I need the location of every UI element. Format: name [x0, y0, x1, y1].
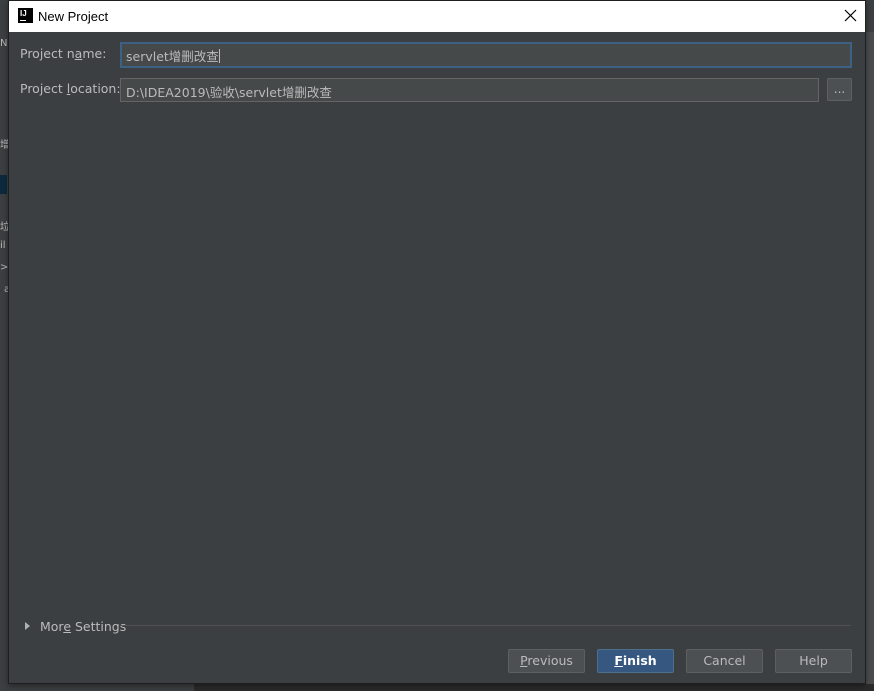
browse-location-button[interactable]: ... — [827, 78, 852, 101]
background-text-fragment: 增 — [0, 140, 8, 151]
dialog-title: New Project — [38, 9, 109, 24]
background-ide-edge: N 增 垃 il > a — [0, 0, 10, 691]
expand-triangle-icon — [25, 622, 30, 630]
more-settings-toggle[interactable]: More Settings — [25, 617, 126, 635]
background-ide-bottom — [194, 684, 874, 691]
more-settings-separator — [120, 625, 851, 626]
close-button[interactable] — [835, 1, 865, 32]
new-project-dialog: IJ New Project Project name: servlet增删改查… — [8, 0, 866, 684]
project-name-label: Project name: — [20, 46, 107, 61]
background-selection — [0, 175, 7, 194]
background-ide-right — [866, 32, 874, 691]
cancel-button[interactable]: Cancel — [686, 649, 763, 673]
background-text-fragment: > — [0, 262, 8, 273]
close-icon — [844, 9, 857, 22]
dialog-titlebar: IJ New Project — [9, 1, 865, 32]
finish-button[interactable]: Finish — [597, 649, 674, 673]
project-location-input[interactable]: D:\IDEA2019\验收\servlet增删改查 — [120, 78, 819, 102]
project-location-label: Project location: — [20, 81, 121, 96]
intellij-idea-icon: IJ — [18, 8, 33, 23]
background-text-fragment: il — [0, 240, 6, 251]
help-button[interactable]: Help — [775, 649, 852, 673]
text-caret — [218, 49, 220, 63]
project-location-value: D:\IDEA2019\验收\servlet增删改查 — [126, 85, 332, 100]
project-name-input[interactable]: servlet增删改查 — [120, 42, 852, 68]
previous-button[interactable]: Previous — [508, 649, 585, 673]
project-name-value: servlet增删改查 — [126, 49, 219, 64]
background-text-fragment: 垃 — [0, 222, 8, 233]
background-text-fragment: N — [0, 38, 8, 49]
more-settings-label: More Settings — [40, 618, 127, 634]
